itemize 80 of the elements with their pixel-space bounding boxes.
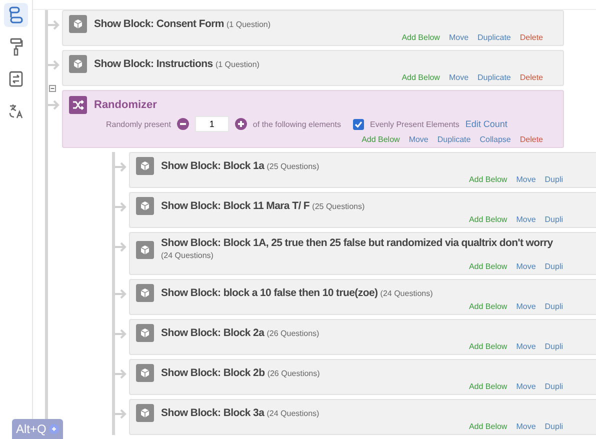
connector-arrow-icon xyxy=(115,368,127,380)
randomizer-action-link[interactable]: Add Below xyxy=(362,135,400,145)
evenly-present-label: Evenly Present Elements xyxy=(370,120,460,128)
block-action-link[interactable]: Dupli xyxy=(544,302,563,312)
block-icon xyxy=(69,55,87,73)
block-action-link[interactable]: Add Below xyxy=(402,73,440,83)
block-action-link[interactable]: Add Below xyxy=(468,262,508,272)
block-action-link[interactable]: Move xyxy=(516,175,536,185)
randomizer-title: Randomizer xyxy=(94,99,157,111)
block-action-link[interactable]: Move xyxy=(448,73,469,83)
randomizer-action-link[interactable]: Move xyxy=(408,135,428,145)
block-action-link[interactable]: Move xyxy=(516,342,536,352)
randomizer-action-link[interactable]: Collapse xyxy=(480,135,511,145)
connector-arrow-icon xyxy=(115,408,127,420)
block-action-link[interactable]: Dupli xyxy=(544,422,563,432)
block-title: Show Block: Block 11 Mara T/ F (25 Questions) xyxy=(161,200,365,212)
randomly-present-label: Randomly present xyxy=(106,120,171,128)
minus-icon[interactable] xyxy=(176,118,189,130)
translate-icon xyxy=(8,103,24,119)
count-input[interactable]: 1 xyxy=(194,116,229,132)
block-action-link[interactable]: Add Below xyxy=(402,33,440,43)
plus-icon xyxy=(49,424,60,434)
shortcut-badge[interactable]: Alt+Q xyxy=(12,419,64,439)
block-action-link[interactable]: Duplicate xyxy=(478,33,511,43)
options-icon xyxy=(9,71,23,87)
block-icon xyxy=(136,324,154,342)
block-title: Show Block: Consent Form (1 Question) xyxy=(94,18,271,30)
block-title: Show Block: Block 3a (24 Questions) xyxy=(161,406,320,420)
evenly-present-checkbox[interactable] xyxy=(352,118,364,130)
block-title: Show Block: Block 2b (26 Questions) xyxy=(161,366,320,380)
block-title: Show Block: block a 10 false then 10 true(zoe) (24 Questions) xyxy=(161,286,433,300)
randomizer-action-link[interactable]: Delete xyxy=(520,135,543,145)
block-action-link[interactable]: Add Below xyxy=(468,302,508,312)
block-title: Show Block: Instructions (1 Question) xyxy=(94,58,260,70)
edit-count-link[interactable]: Edit Count xyxy=(465,119,508,129)
connector-arrow-icon xyxy=(115,288,127,300)
connector-arrow-icon xyxy=(48,19,60,31)
block-action-link[interactable]: Delete xyxy=(520,33,543,43)
block-action-link[interactable]: Move xyxy=(516,302,536,312)
connector-arrow-icon xyxy=(48,59,60,71)
block-action-link[interactable]: Dupli xyxy=(544,342,563,352)
block-icon xyxy=(136,284,154,302)
plus-icon[interactable] xyxy=(234,118,247,130)
block-icon xyxy=(136,364,154,382)
block-icon xyxy=(136,240,154,258)
block-action-link[interactable]: Add Below xyxy=(468,422,508,432)
collapse-icon[interactable] xyxy=(49,85,56,92)
block-action-link[interactable]: Duplicate xyxy=(478,73,511,83)
block-action-link[interactable]: Dupli xyxy=(544,215,563,225)
block-action-link[interactable]: Delete xyxy=(520,73,543,83)
connector-arrow-icon xyxy=(115,161,127,173)
shuffle-icon xyxy=(69,96,87,114)
block-title: Show Block: Block 1A, 25 true then 25 false but randomized via qualtrix don't worry (24 Questions) xyxy=(161,237,554,262)
block-action-link[interactable]: Move xyxy=(448,33,469,43)
block-icon xyxy=(136,157,154,175)
connector-arrow-icon xyxy=(115,201,127,213)
block-action-link[interactable]: Move xyxy=(516,215,536,225)
connector-arrow-icon xyxy=(48,99,60,111)
block-action-link[interactable]: Add Below xyxy=(468,342,508,352)
block-action-link[interactable]: Dupli xyxy=(544,175,563,185)
survey-flow-tab[interactable] xyxy=(4,3,28,27)
block-title: Show Block: Block 2a (26 Questions) xyxy=(161,326,320,340)
block-action-link[interactable]: Add Below xyxy=(468,175,508,185)
block-action-link[interactable]: Add Below xyxy=(468,382,508,392)
block-action-link[interactable]: Move xyxy=(516,382,536,392)
block-action-link[interactable]: Move xyxy=(516,422,536,432)
randomizer-action-link[interactable]: Duplicate xyxy=(437,135,471,145)
block-icon xyxy=(136,404,154,422)
block-icon xyxy=(136,197,154,215)
block-title: Show Block: Block 1a (25 Questions) xyxy=(161,160,320,172)
following-elements-label: of the following elements xyxy=(252,120,341,128)
connector-arrow-icon xyxy=(115,241,127,253)
block-action-link[interactable]: Add Below xyxy=(468,215,508,225)
paint-roller-icon xyxy=(9,38,23,56)
block-action-link[interactable]: Dupli xyxy=(544,262,563,272)
block-action-link[interactable]: Move xyxy=(516,262,536,272)
connector-arrow-icon xyxy=(115,328,127,340)
flow-icon xyxy=(8,6,24,24)
block-icon xyxy=(69,15,87,33)
block-action-link[interactable]: Dupli xyxy=(544,382,563,392)
